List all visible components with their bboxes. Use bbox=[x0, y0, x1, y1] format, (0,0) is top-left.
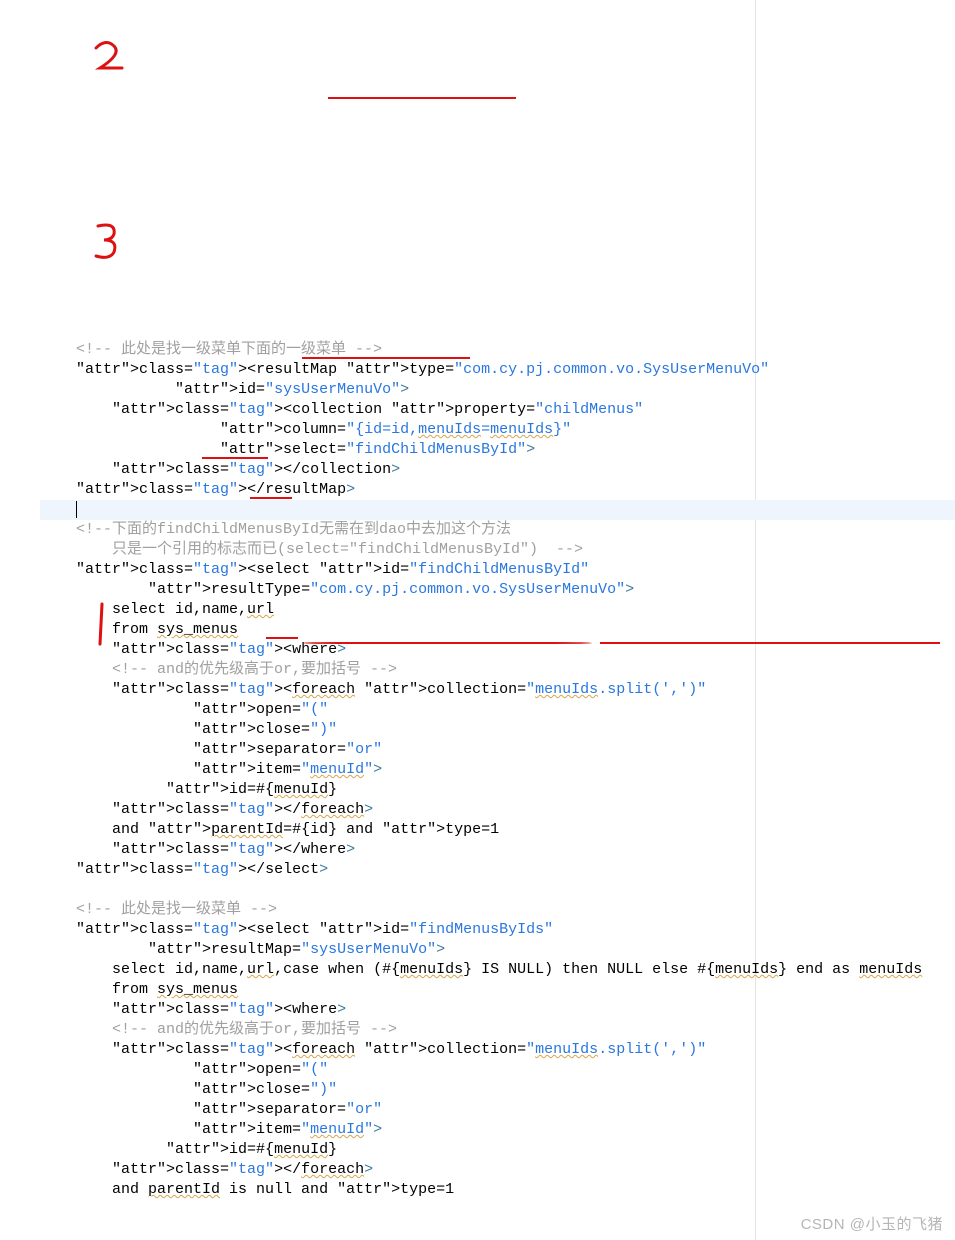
code-line: "attr">open="(" bbox=[40, 700, 955, 720]
code-line: <!-- and的优先级高于or,要加括号 --> bbox=[40, 1020, 955, 1040]
code-line: 只是一个引用的标志而已(select="findChildMenusById")… bbox=[40, 540, 955, 560]
code-line: <!--下面的findChildMenusById无需在到dao中去加这个方法 bbox=[40, 520, 955, 540]
code-line: select id,name,url bbox=[40, 600, 955, 620]
underline-url bbox=[266, 637, 298, 639]
code-line: <!-- and的优先级高于or,要加括号 --> bbox=[40, 660, 955, 680]
code-line: "attr">resultType="com.cy.pj.common.vo.S… bbox=[40, 580, 955, 600]
code-line: "attr">resultMap="sysUserMenuVo"> bbox=[40, 940, 955, 960]
code-line bbox=[40, 500, 955, 520]
code-line: "attr">class="tag"><where> bbox=[40, 1000, 955, 1020]
underline-case1 bbox=[302, 642, 592, 644]
code-line: "attr">open="(" bbox=[40, 1060, 955, 1080]
code-line: "attr">item="menuId"> bbox=[40, 1120, 955, 1140]
underline-column bbox=[328, 97, 516, 99]
code-line: "attr">class="tag"></foreach> bbox=[40, 1160, 955, 1180]
gutter bbox=[0, 0, 40, 1240]
code-line: "attr">id=#{menuId} bbox=[40, 780, 955, 800]
code-line: "attr">id="sysUserMenuVo"> bbox=[40, 380, 955, 400]
code-line: "attr">class="tag"><foreach "attr">colle… bbox=[40, 680, 955, 700]
code-line: "attr">class="tag"><foreach "attr">colle… bbox=[40, 1040, 955, 1060]
code-line: <!-- 此处是找一级菜单下面的一级菜单 --> bbox=[40, 340, 955, 360]
code-line: from sys_menus bbox=[40, 980, 955, 1000]
underline-case2 bbox=[600, 642, 940, 644]
code-line: "attr">class="tag"></where> bbox=[40, 840, 955, 860]
code-line: from sys_menus bbox=[40, 620, 955, 640]
code-line: "attr">class="tag"></foreach> bbox=[40, 800, 955, 820]
code-line: "attr">id=#{menuId} bbox=[40, 1140, 955, 1160]
code-line: <!-- 此处是找一级菜单 --> bbox=[40, 900, 955, 920]
watermark: CSDN @小玉的飞猪 bbox=[801, 1213, 943, 1234]
code-line: "attr">class="tag"><resultMap "attr">typ… bbox=[40, 360, 955, 380]
code-line bbox=[40, 880, 955, 900]
underline-collection bbox=[302, 357, 470, 359]
code-line: "attr">item="menuId"> bbox=[40, 760, 955, 780]
code-line: "attr">class="tag"></resultMap> bbox=[40, 480, 955, 500]
underline-id bbox=[250, 497, 292, 499]
code-line: "attr">separator="or" bbox=[40, 740, 955, 760]
code-line: "attr">close=")" bbox=[40, 720, 955, 740]
code-line: "attr">class="tag"></select> bbox=[40, 860, 955, 880]
code-line: and parentId is null and "attr">type=1 bbox=[40, 1180, 955, 1200]
code-line: "attr">separator="or" bbox=[40, 1100, 955, 1120]
code-editor: <!-- 此处是找一级菜单下面的一级菜单 --> "attr">class="t… bbox=[0, 0, 955, 1240]
code-line: "attr">column="{id=id,menuIds=menuIds}" bbox=[40, 420, 955, 440]
code-line: "attr">class="tag"><collection "attr">pr… bbox=[40, 400, 955, 420]
code-area: <!-- 此处是找一级菜单下面的一级菜单 --> "attr">class="t… bbox=[40, 0, 955, 1240]
code-line: "attr">close=")" bbox=[40, 1080, 955, 1100]
code-line: select id,name,url,case when (#{menuIds}… bbox=[40, 960, 955, 980]
annotation-2 bbox=[38, 18, 132, 105]
code-line: "attr">class="tag"></collection> bbox=[40, 460, 955, 480]
code-line: and "attr">parentId=#{id} and "attr">typ… bbox=[40, 820, 955, 840]
code-line: "attr">class="tag"><select "attr">id="fi… bbox=[40, 560, 955, 580]
code-line: "attr">select="findChildMenusById"> bbox=[40, 440, 955, 460]
annotation-3 bbox=[38, 200, 132, 292]
code-line: "attr">class="tag"><select "attr">id="fi… bbox=[40, 920, 955, 940]
underline-menuid bbox=[202, 457, 268, 459]
